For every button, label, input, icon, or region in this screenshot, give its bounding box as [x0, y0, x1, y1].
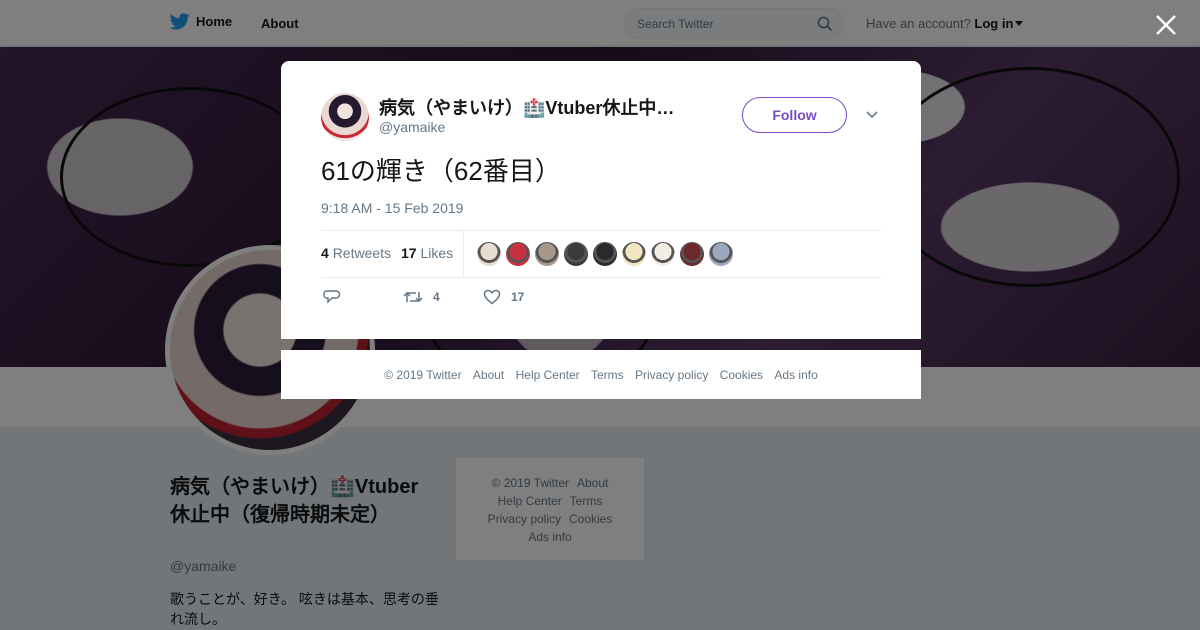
- tweet-text: 61の輝き（62番目）: [321, 156, 561, 186]
- liker-avatar[interactable]: [477, 242, 501, 266]
- footer-terms-link[interactable]: Terms: [591, 368, 624, 382]
- footer-cookies-link[interactable]: Cookies: [720, 368, 763, 382]
- liker-avatar[interactable]: [709, 242, 733, 266]
- tweet-author-avatar[interactable]: [321, 93, 369, 141]
- reply-button[interactable]: [323, 289, 341, 305]
- footer-about-link[interactable]: About: [473, 368, 504, 382]
- liker-avatar[interactable]: [593, 242, 617, 266]
- tweet-author-name[interactable]: 病気（やまいけ）🏥Vtuber休止中（復帰時期未定）: [379, 94, 689, 120]
- liker-avatars: [477, 242, 733, 266]
- retweets-stat[interactable]: 4 Retweets: [321, 245, 391, 261]
- close-icon[interactable]: [1153, 12, 1179, 38]
- liker-avatar[interactable]: [680, 242, 704, 266]
- liker-avatar[interactable]: [564, 242, 588, 266]
- retweets-label: Retweets: [332, 245, 392, 261]
- liker-avatar[interactable]: [535, 242, 559, 266]
- liker-avatar[interactable]: [506, 242, 530, 266]
- footer-privacy-link[interactable]: Privacy policy: [635, 368, 708, 382]
- footer-help-link[interactable]: Help Center: [516, 368, 580, 382]
- reply-icon: [323, 290, 341, 304]
- stats-divider: [463, 231, 464, 277]
- follow-button[interactable]: Follow: [742, 97, 847, 133]
- tweet-timestamp[interactable]: 9:18 AM - 15 Feb 2019: [321, 200, 463, 216]
- liker-avatar[interactable]: [622, 242, 646, 266]
- retweet-button[interactable]: 4: [403, 289, 440, 305]
- likes-label: Likes: [420, 245, 454, 261]
- retweet-count: 4: [433, 290, 440, 304]
- heart-icon: [483, 289, 501, 305]
- tweet-author-handle[interactable]: @yamaike: [379, 119, 445, 135]
- modal-footer: © 2019 Twitter About Help Center Terms P…: [281, 350, 921, 399]
- liker-avatar[interactable]: [651, 242, 675, 266]
- likes-count: 17: [401, 245, 417, 261]
- like-button[interactable]: 17: [483, 289, 524, 305]
- like-count: 17: [511, 290, 525, 304]
- tweet-stats: 4 Retweets 17 Likes: [321, 230, 881, 278]
- footer-copyright: © 2019 Twitter: [384, 368, 462, 382]
- likes-stat[interactable]: 17 Likes: [401, 245, 453, 261]
- chevron-down-icon[interactable]: [865, 108, 879, 122]
- tweet-modal: 病気（やまいけ）🏥Vtuber休止中（復帰時期未定） @yamaike Foll…: [281, 61, 921, 339]
- footer-ads-link[interactable]: Ads info: [774, 368, 817, 382]
- retweet-icon: [403, 291, 423, 303]
- retweets-count: 4: [321, 245, 329, 261]
- tweet-actions: 4 17: [321, 289, 621, 309]
